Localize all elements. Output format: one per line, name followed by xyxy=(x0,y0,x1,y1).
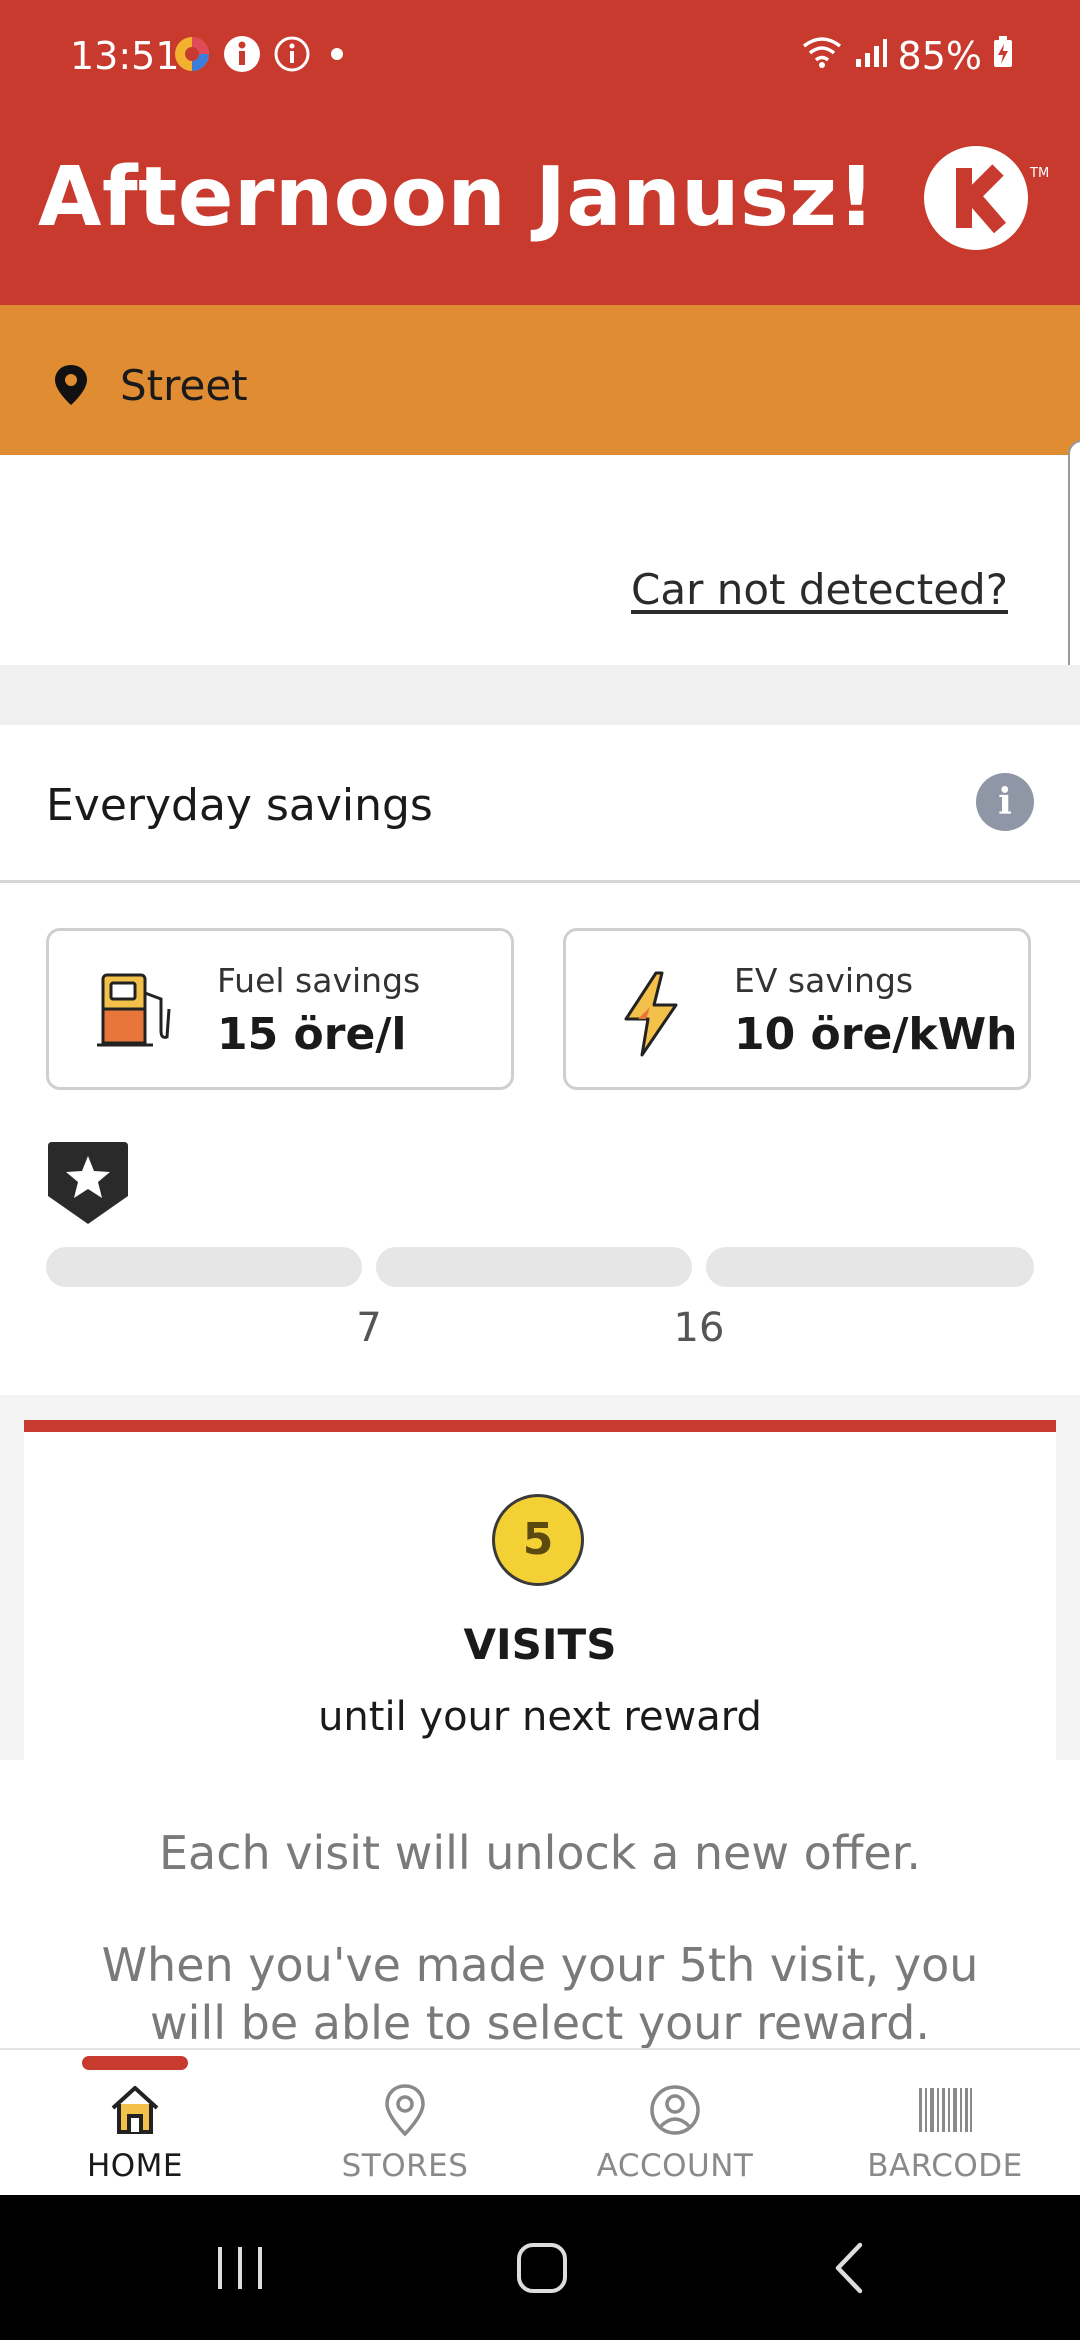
location-pin-icon xyxy=(52,363,90,411)
lightning-bolt-icon xyxy=(612,969,692,1063)
visits-reward-card: 5 VISITS until your next reward xyxy=(24,1420,1056,1760)
home-button-icon[interactable] xyxy=(512,2233,572,2307)
progress-segment-3 xyxy=(706,1247,1034,1287)
app-notification-icon xyxy=(172,34,212,78)
section-spacer xyxy=(0,665,1080,725)
fuel-savings-card: Fuel savings 15 öre/l xyxy=(46,928,514,1090)
recent-apps-icon[interactable] xyxy=(212,2233,268,2307)
active-tab-indicator xyxy=(82,2056,188,2070)
account-icon xyxy=(647,2082,703,2138)
location-label: Street xyxy=(120,361,248,410)
info-icon[interactable]: i xyxy=(976,773,1034,831)
nav-home[interactable]: HOME xyxy=(35,2078,235,2188)
location-selector[interactable]: Street xyxy=(0,305,1080,455)
car-detection-section: Car not detected? xyxy=(0,455,1080,665)
dot-icon xyxy=(322,34,352,78)
home-icon xyxy=(107,2082,163,2138)
nav-stores-label: STORES xyxy=(341,2148,469,2184)
visits-subtitle: until your next reward xyxy=(318,1694,762,1740)
status-system-icons: 85% xyxy=(800,34,1014,78)
nav-account[interactable]: ACCOUNT xyxy=(575,2078,775,2188)
nav-home-label: HOME xyxy=(86,2148,184,2184)
savings-title: Everyday savings xyxy=(46,780,433,831)
reward-info-sheet: Each visit will unlock a new offer. When… xyxy=(0,1760,1080,2050)
milestone-label: 16 xyxy=(673,1305,725,1351)
ev-savings-value: 10 öre/kWh xyxy=(734,1009,1018,1060)
barcode-icon xyxy=(917,2082,973,2138)
nav-barcode-label: BARCODE xyxy=(867,2148,1023,2184)
status-time: 13:51 xyxy=(70,34,180,78)
everyday-savings-section: Everyday savings i Fuel savings 15 öre/l… xyxy=(0,725,1080,1395)
savings-divider xyxy=(0,880,1080,883)
bottom-navigation: HOME STORES ACCOUNT BARCODE xyxy=(0,2048,1080,2197)
trademark-mark: TM xyxy=(1030,166,1050,181)
info-filled-icon xyxy=(222,34,262,78)
system-navigation-bar xyxy=(0,2195,1080,2340)
progress-segment-1 xyxy=(46,1247,362,1287)
fuel-pump-icon xyxy=(95,969,179,1053)
wifi-icon xyxy=(800,34,844,79)
fuel-savings-value: 15 öre/l xyxy=(217,1009,407,1060)
back-icon[interactable] xyxy=(822,2233,878,2307)
info-text-line2: When you've made your 5th visit, you wil… xyxy=(101,1938,979,2050)
greeting-title: Afternoon Janusz! xyxy=(38,150,876,245)
visit-count-badge: 5 xyxy=(492,1494,584,1586)
visits-label: VISITS xyxy=(463,1620,617,1669)
ev-savings-card: EV savings 10 öre/kWh xyxy=(563,928,1031,1090)
nav-barcode[interactable]: BARCODE xyxy=(845,2078,1045,2188)
info-text-line1: Each visit will unlock a new offer. xyxy=(158,1826,922,1880)
fuel-savings-label: Fuel savings xyxy=(217,961,421,1000)
circle-k-logo: K xyxy=(924,146,1028,250)
nav-stores[interactable]: STORES xyxy=(305,2078,505,2188)
nav-account-label: ACCOUNT xyxy=(596,2148,754,2184)
progress-segment-2 xyxy=(376,1247,692,1287)
battery-charging-icon xyxy=(992,34,1014,78)
app-header: 13:51 85% Afternoon Janusz! TM xyxy=(0,0,1080,305)
ev-savings-label: EV savings xyxy=(734,961,914,1000)
battery-percent: 85% xyxy=(897,34,982,78)
signal-icon xyxy=(854,34,888,78)
status-notification-icons xyxy=(172,34,352,78)
info-outline-icon xyxy=(272,34,312,78)
map-pin-icon xyxy=(377,2082,433,2138)
car-not-detected-link[interactable]: Car not detected? xyxy=(631,565,1008,614)
milestone-label: 7 xyxy=(356,1305,382,1351)
star-icon xyxy=(46,1140,130,1230)
